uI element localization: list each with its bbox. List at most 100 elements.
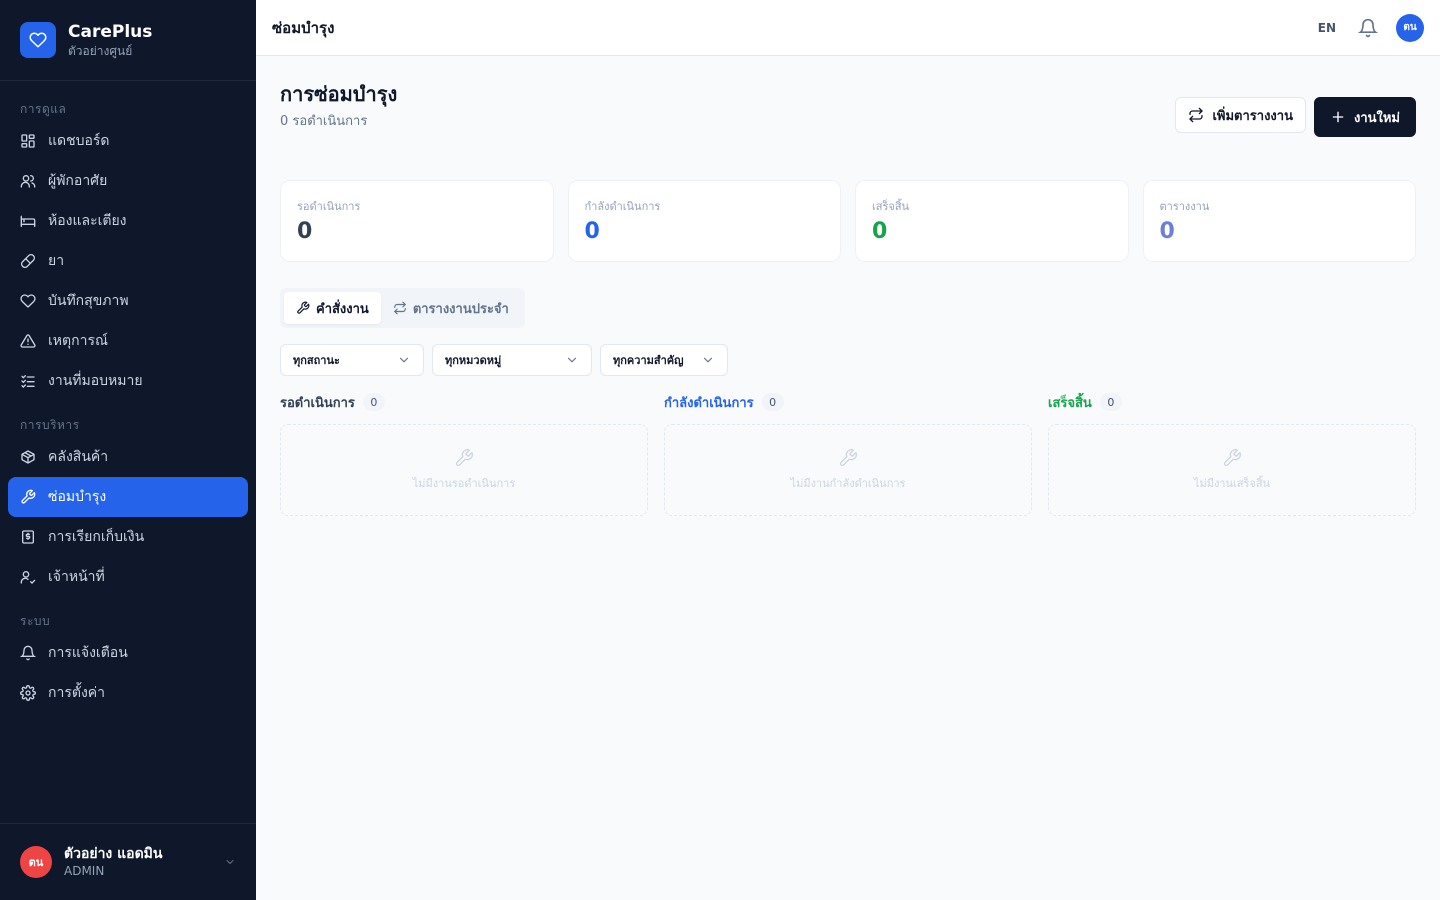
users-icon <box>20 173 36 189</box>
column-title: เสร็จสิ้น <box>1048 395 1092 411</box>
sidebar-item-label: ห้องและเตียง <box>48 213 127 229</box>
sidebar-item-label: ผู้พักอาศัย <box>48 173 108 189</box>
bed-icon <box>20 213 36 229</box>
pill-icon <box>20 253 36 269</box>
heart-icon <box>20 22 56 58</box>
new-job-label: งานใหม่ <box>1353 110 1400 126</box>
page-title: การซ่อมบำรุง <box>280 82 398 106</box>
stat-label: เสร็จสิ้น <box>872 200 910 213</box>
new-job-button[interactable]: งานใหม่ <box>1313 97 1416 137</box>
add-schedule-label: เพิ่มตารางงาน <box>1212 108 1293 124</box>
column-completed: เสร็จสิ้น 0 ไม่มีงานเสร็จสิ้น <box>1048 392 1416 516</box>
dashboard-icon <box>20 133 36 149</box>
stat-label: รอดำเนินการ <box>297 200 361 213</box>
nav-section-system: ระบบ <box>20 614 51 628</box>
user-check-icon <box>20 569 36 585</box>
sidebar-item-label: การเรียกเก็บเงิน <box>48 529 145 545</box>
priority-filter-select[interactable]: ทุกความสำคัญ <box>600 344 728 376</box>
stat-value: 0 <box>1159 219 1175 244</box>
tab-recurring-schedules[interactable]: ตารางงานประจำ <box>381 292 521 324</box>
user-role: ADMIN <box>64 864 105 878</box>
stat-card-pending: รอดำเนินการ 0 <box>280 180 554 262</box>
sidebar-item-settings[interactable]: การตั้งค่า <box>8 673 248 713</box>
stat-label: ตารางงาน <box>1159 200 1210 213</box>
chevron-down-icon <box>703 357 713 363</box>
topbar: ซ่อมบำรุง EN ตน <box>256 0 1440 56</box>
heart-icon <box>20 293 36 309</box>
select-value: ทุกหมวดหมู่ <box>445 354 502 367</box>
sidebar-item-dashboard[interactable]: แดชบอร์ด <box>8 121 248 161</box>
stats-row: รอดำเนินการ 0 กำลังดำเนินการ 0 เสร็จสิ้น… <box>280 180 1416 262</box>
stat-value: 0 <box>872 219 888 244</box>
wrench-icon <box>840 449 857 466</box>
add-schedule-button[interactable]: เพิ่มตารางงาน <box>1175 97 1306 133</box>
empty-state-text: ไม่มีงานรอดำเนินการ <box>412 477 516 490</box>
filters-row: ทุกสถานะ ทุกหมวดหมู่ ทุกความสำคัญ <box>280 344 1416 376</box>
wrench-icon <box>456 449 473 466</box>
column-title: รอดำเนินการ <box>280 395 355 411</box>
sidebar-item-medication[interactable]: ยา <box>8 241 248 281</box>
nav-section-care: การดูแล <box>20 102 67 116</box>
select-value: ทุกสถานะ <box>293 354 340 367</box>
language-toggle[interactable]: EN <box>1318 21 1336 35</box>
repeat-icon <box>1189 107 1204 123</box>
column-empty-state: ไม่มีงานรอดำเนินการ <box>280 424 648 516</box>
column-count-badge: 0 <box>761 393 784 411</box>
plus-icon <box>1332 111 1344 123</box>
column-title: กำลังดำเนินการ <box>664 395 754 411</box>
task-list-icon <box>20 373 36 389</box>
column-empty-state: ไม่มีงานกำลังดำเนินการ <box>664 424 1032 516</box>
sidebar-item-incidents[interactable]: เหตุการณ์ <box>8 321 248 361</box>
sidebar-item-inventory[interactable]: คลังสินค้า <box>8 437 248 477</box>
tab-work-orders[interactable]: คำสั่งงาน <box>284 292 381 324</box>
stat-card-schedules: ตารางงาน 0 <box>1142 180 1416 262</box>
receipt-icon <box>20 529 36 545</box>
page-breadcrumb-title: ซ่อมบำรุง <box>272 18 335 37</box>
sidebar: CarePlus ตัวอย่างศูนย์ การดูแล แดชบอร์ด … <box>0 0 256 900</box>
sidebar-item-label: การตั้งค่า <box>48 685 106 701</box>
wrench-icon <box>20 489 36 505</box>
brand[interactable]: CarePlus ตัวอย่างศูนย์ <box>0 0 256 81</box>
package-icon <box>20 449 36 465</box>
stat-value: 0 <box>297 219 313 244</box>
user-menu[interactable]: ตน ตัวอย่าง แอดมิน ADMIN <box>0 823 256 900</box>
bell-icon[interactable] <box>1358 18 1378 38</box>
stat-card-completed: เสร็จสิ้น 0 <box>855 180 1129 262</box>
sidebar-item-label: งานที่มอบหมาย <box>48 373 143 389</box>
category-filter-select[interactable]: ทุกหมวดหมู่ <box>432 344 592 376</box>
sidebar-item-rooms-beds[interactable]: ห้องและเตียง <box>8 201 248 241</box>
column-count-badge: 0 <box>362 393 385 411</box>
sidebar-nav: การดูแล แดชบอร์ด ผู้พักอาศัย ห้องและเตีย… <box>0 81 256 713</box>
sidebar-item-health-records[interactable]: บันทึกสุขภาพ <box>8 281 248 321</box>
gear-icon <box>20 685 36 701</box>
wrench-icon <box>297 301 310 314</box>
stat-label: กำลังดำเนินการ <box>584 200 661 213</box>
sidebar-item-label: คลังสินค้า <box>48 449 109 465</box>
stat-value: 0 <box>584 219 600 244</box>
wrench-icon <box>1224 449 1241 466</box>
column-pending: รอดำเนินการ 0 ไม่มีงานรอดำเนินการ <box>280 392 648 516</box>
header-avatar[interactable]: ตน <box>1396 13 1424 42</box>
kanban-board: รอดำเนินการ 0 ไม่มีงานรอดำเนินการ กำลังด… <box>280 392 1416 516</box>
tab-label: ตารางงานประจำ <box>412 301 509 317</box>
chevron-down-icon <box>224 856 236 868</box>
repeat-icon <box>393 301 406 315</box>
view-tabs: คำสั่งงาน ตารางงานประจำ <box>280 288 525 328</box>
empty-state-text: ไม่มีงานเสร็จสิ้น <box>1193 477 1271 490</box>
column-in-progress: กำลังดำเนินการ 0 ไม่มีงานกำลังดำเนินการ <box>664 392 1032 516</box>
sidebar-item-assigned-tasks[interactable]: งานที่มอบหมาย <box>8 361 248 401</box>
brand-name: CarePlus <box>68 22 153 42</box>
sidebar-item-residents[interactable]: ผู้พักอาศัย <box>8 161 248 201</box>
sidebar-item-staff[interactable]: เจ้าหน้าที่ <box>8 557 248 597</box>
status-filter-select[interactable]: ทุกสถานะ <box>280 344 424 376</box>
sidebar-item-notifications[interactable]: การแจ้งเตือน <box>8 633 248 673</box>
brand-subtitle: ตัวอย่างศูนย์ <box>68 44 133 58</box>
sidebar-item-label: เหตุการณ์ <box>48 333 108 349</box>
page-subtitle: 0 รอดำเนินการ <box>280 114 368 129</box>
sidebar-item-billing[interactable]: การเรียกเก็บเงิน <box>8 517 248 557</box>
column-count-badge: 0 <box>1099 393 1122 411</box>
sidebar-item-label: บันทึกสุขภาพ <box>48 293 129 309</box>
bell-icon <box>20 645 36 661</box>
chevron-down-icon <box>567 357 577 363</box>
sidebar-item-maintenance[interactable]: ซ่อมบำรุง <box>8 477 248 517</box>
